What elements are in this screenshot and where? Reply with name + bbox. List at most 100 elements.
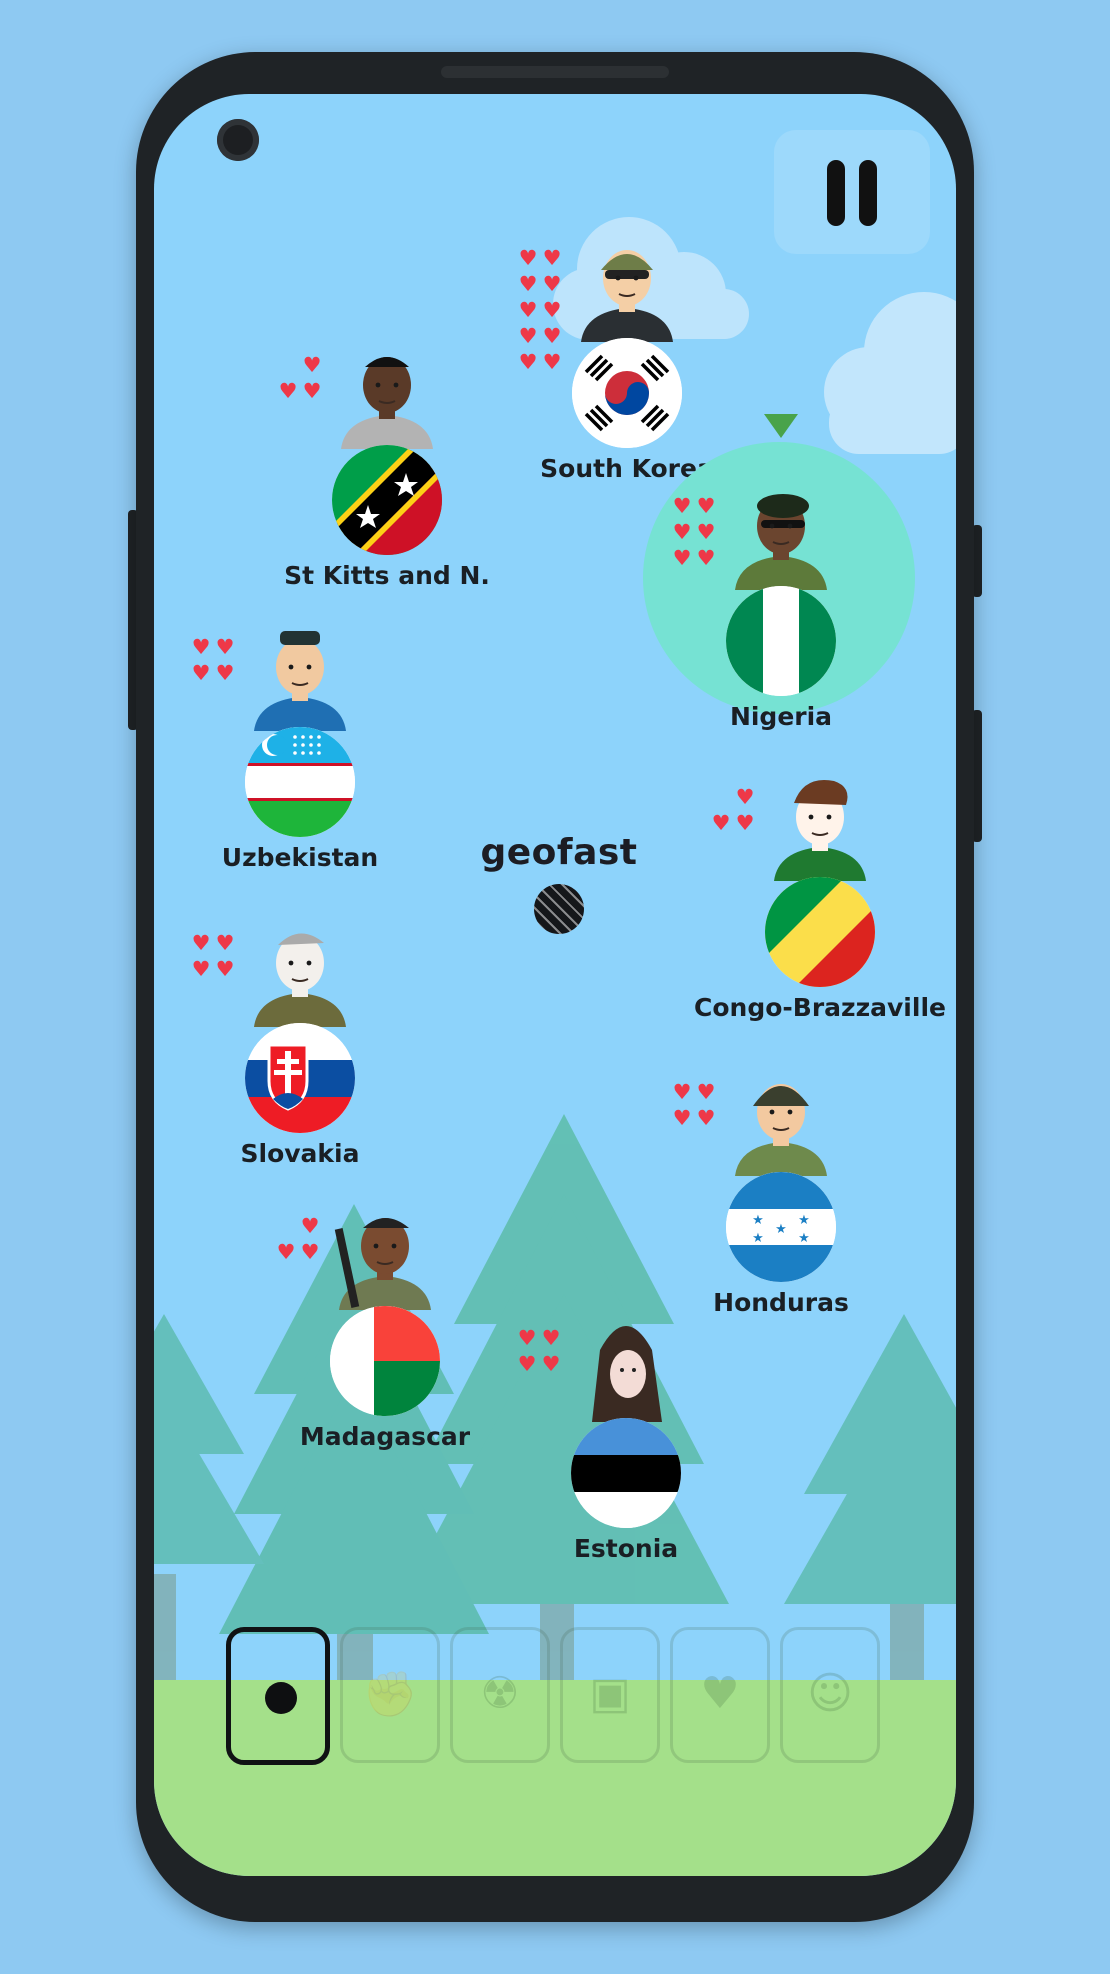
logo-text: geofast: [480, 832, 638, 873]
player-name: Madagascar: [299, 1422, 471, 1451]
heart-icon: ♥: [696, 1106, 716, 1130]
player-avatar: [571, 230, 683, 342]
face-icon: ☺: [807, 1668, 853, 1719]
turn-arrow-icon: [764, 414, 798, 438]
ball-icon: [534, 884, 584, 934]
player-name: Honduras: [713, 1288, 849, 1317]
powerup-slot-fist[interactable]: ✊: [340, 1627, 440, 1763]
fist-icon: ✊: [362, 1669, 418, 1720]
pause-icon-bar: [827, 160, 845, 226]
heart-icon: ♥: [215, 661, 235, 685]
lives-indicator: ♥ ♥ ♥: [277, 353, 323, 403]
heart-icon: ♥: [672, 1106, 692, 1130]
heart-icon: ♥: [541, 1352, 561, 1376]
heart-icon: ♥: [191, 931, 211, 955]
heart-icon: ♥: [696, 1080, 716, 1104]
powerup-slot-heart[interactable]: ♥: [670, 1627, 770, 1763]
player-avatar: [331, 337, 443, 449]
pause-icon-bar: [859, 160, 877, 226]
dot-icon: [265, 1682, 297, 1714]
heart-icon: ♥: [276, 1240, 296, 1264]
heart-icon: ♥: [542, 246, 562, 270]
flag-uzbekistan-icon: [245, 727, 355, 837]
heart-icon: ♥: [541, 1326, 561, 1350]
heart-icon: ♥: [215, 957, 235, 981]
heart-icon: ♥: [518, 350, 538, 374]
flag-slovakia-icon: [245, 1023, 355, 1133]
heart-icon: ♥: [300, 1214, 320, 1238]
player-avatar: [764, 769, 876, 881]
player-avatar: [570, 1310, 682, 1422]
heart-icon: ♥: [700, 1668, 740, 1719]
radioactive-icon: ☢: [480, 1668, 520, 1719]
flag-estonia-icon: [571, 1418, 681, 1528]
lives-indicator: ♥ ♥ ♥ ♥: [190, 635, 236, 685]
lives-indicator: ♥ ♥ ♥ ♥: [516, 1326, 562, 1376]
flag-madagascar-icon: [330, 1306, 440, 1416]
heart-icon: ♥: [215, 635, 235, 659]
heart-icon: ♥: [696, 494, 716, 518]
heart-icon: ♥: [696, 546, 716, 570]
heart-icon: ♥: [517, 1326, 537, 1350]
flag-honduras-icon: ★ ★ ★ ★ ★: [726, 1172, 836, 1282]
svg-text:★: ★: [798, 1213, 810, 1228]
lives-indicator: ♥ ♥ ♥ ♥ ♥ ♥: [671, 494, 717, 570]
player-avatar: [725, 1064, 837, 1176]
heart-icon: ♥: [542, 350, 562, 374]
heart-icon: ♥: [711, 811, 731, 835]
powerup-slot-ball[interactable]: [226, 1627, 330, 1765]
svg-text:★: ★: [752, 1213, 764, 1228]
player-name: Uzbekistan: [221, 843, 379, 872]
heart-icon: ♥: [542, 298, 562, 322]
heart-icon: ♥: [300, 1240, 320, 1264]
heart-icon: ♥: [672, 546, 692, 570]
pause-button[interactable]: [774, 130, 930, 254]
heart-icon: ♥: [518, 246, 538, 270]
heart-icon: ♥: [517, 1352, 537, 1376]
powerup-slot-lock[interactable]: ▣: [560, 1627, 660, 1763]
player-avatar: [329, 1198, 441, 1310]
flag-congo-icon: [765, 877, 875, 987]
front-camera: [217, 119, 259, 161]
heart-icon: ♥: [518, 272, 538, 296]
heart-icon: ♥: [542, 324, 562, 348]
heart-icon: ♥: [518, 298, 538, 322]
lock-icon: ▣: [589, 1668, 631, 1719]
powerup-slot-radioactive[interactable]: ☢: [450, 1627, 550, 1763]
heart-icon: ♥: [191, 635, 211, 659]
lives-indicator: ♥ ♥ ♥ ♥: [671, 1080, 717, 1130]
player-avatar: [244, 619, 356, 731]
heart-icon: ♥: [191, 957, 211, 981]
player-avatar: [725, 478, 837, 590]
heart-icon: ♥: [735, 785, 755, 809]
heart-icon: ♥: [302, 379, 322, 403]
player-name: Estonia: [573, 1534, 679, 1563]
powerup-slot-face[interactable]: ☺: [780, 1627, 880, 1763]
player-avatar: [244, 915, 356, 1027]
player-name: Congo-Brazzaville: [694, 993, 946, 1022]
heart-icon: ♥: [696, 520, 716, 544]
game-screen: geofast ♥ ♥ ♥ ♥ ♥ ♥ ♥ ♥ ♥ ♥ South Korea ♥ ♥ ♥ St Kitt…: [154, 94, 956, 1876]
lives-indicator: ♥ ♥ ♥ ♥: [190, 931, 236, 981]
svg-text:★: ★: [798, 1231, 810, 1246]
game-logo: geofast: [474, 832, 644, 934]
player-name: Slovakia: [240, 1139, 360, 1168]
lives-indicator: ♥ ♥ ♥: [275, 1214, 321, 1264]
heart-icon: ♥: [735, 811, 755, 835]
heart-icon: ♥: [672, 494, 692, 518]
heart-icon: ♥: [278, 379, 298, 403]
heart-icon: ♥: [542, 272, 562, 296]
heart-icon: ♥: [191, 661, 211, 685]
svg-text:★: ★: [775, 1222, 787, 1237]
player-name: St Kitts and N.: [284, 561, 490, 590]
earpiece: [441, 66, 669, 78]
flag-nigeria-icon: [726, 586, 836, 696]
lives-indicator: ♥ ♥ ♥: [710, 785, 756, 835]
heart-icon: ♥: [518, 324, 538, 348]
flag-south-korea-icon: [572, 338, 682, 448]
player-name: Nigeria: [729, 702, 833, 731]
flag-st-kitts-icon: [332, 445, 442, 555]
heart-icon: ♥: [672, 1080, 692, 1104]
lives-indicator: ♥ ♥ ♥ ♥ ♥ ♥ ♥ ♥ ♥ ♥: [517, 246, 563, 374]
heart-icon: ♥: [215, 931, 235, 955]
